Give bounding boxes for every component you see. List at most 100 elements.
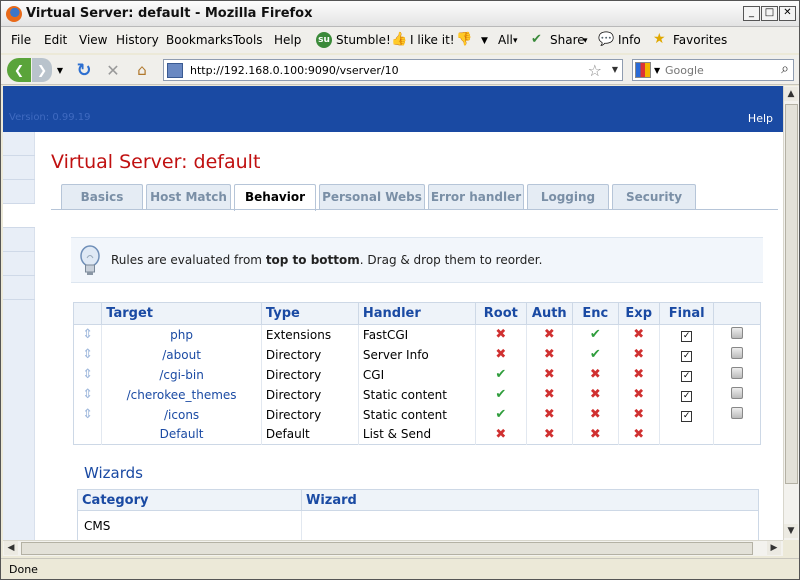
delete-rule-icon[interactable] bbox=[731, 387, 744, 399]
tab-host-match[interactable]: Host Match bbox=[146, 184, 231, 209]
rule-target-link[interactable]: /cgi-bin bbox=[101, 364, 262, 385]
info-button[interactable]: Info bbox=[618, 33, 641, 47]
drag-handle-icon[interactable]: ⇕ bbox=[82, 347, 93, 362]
tab-logging[interactable]: Logging bbox=[527, 184, 609, 209]
sidebar-item[interactable] bbox=[3, 132, 35, 156]
menu-bookmarks[interactable]: Bookmarks bbox=[166, 33, 233, 47]
info-bubble-icon: 💬 bbox=[598, 32, 615, 47]
url-dropdown-icon[interactable]: ▼ bbox=[612, 65, 618, 74]
rule-target-link[interactable]: /about bbox=[101, 344, 262, 365]
final-checkbox[interactable]: ✓ bbox=[681, 331, 693, 343]
rule-row[interactable]: ⇕ /icons Directory Static content ✔ ✖ ✖ ✖ ✓ bbox=[73, 404, 761, 425]
favorites-button[interactable]: Favorites bbox=[673, 33, 727, 47]
minimize-button[interactable]: _ bbox=[743, 6, 760, 21]
col-wizard: Wizard bbox=[301, 489, 759, 511]
drag-handle[interactable]: ⇕ bbox=[73, 384, 103, 405]
sidebar-item[interactable] bbox=[3, 156, 35, 180]
title-bar: Virtual Server: default - Mozilla Firefo… bbox=[1, 1, 799, 27]
drag-handle-icon[interactable]: ⇕ bbox=[82, 327, 93, 342]
reload-icon[interactable]: ↻ bbox=[73, 58, 95, 82]
menu-edit[interactable]: Edit bbox=[44, 33, 67, 47]
menu-help[interactable]: Help bbox=[274, 33, 301, 47]
delete-rule-icon[interactable] bbox=[731, 407, 744, 419]
all-menu[interactable]: All bbox=[498, 33, 513, 47]
history-dropdown-icon[interactable]: ▼ bbox=[55, 58, 65, 82]
final-checkbox[interactable]: ✓ bbox=[681, 411, 693, 422]
forward-button[interactable]: ❯ bbox=[32, 58, 52, 82]
scroll-left-arrow[interactable]: ◀ bbox=[4, 541, 18, 555]
home-icon[interactable]: ⌂ bbox=[131, 58, 153, 82]
rule-row[interactable]: ⇕ php Extensions FastCGI ✖ ✖ ✔ ✖ ✓ bbox=[73, 324, 761, 345]
rule-row[interactable]: ⇕ /about Directory Server Info ✖ ✖ ✔ ✖ ✓ bbox=[73, 344, 761, 365]
final-checkbox[interactable]: ✓ bbox=[681, 371, 693, 382]
search-icon[interactable]: ⌕ bbox=[781, 61, 789, 77]
google-engine-icon[interactable] bbox=[635, 62, 651, 78]
drag-handle[interactable]: ⇕ bbox=[73, 344, 103, 365]
sidebar-item[interactable] bbox=[3, 252, 35, 276]
cross-icon: ✖ bbox=[589, 367, 601, 382]
cross-icon: ✖ bbox=[543, 407, 555, 422]
maximize-button[interactable]: □ bbox=[761, 6, 778, 21]
stop-icon[interactable]: ✕ bbox=[102, 58, 124, 82]
horizontal-scrollbar[interactable]: ◀ ▶ bbox=[3, 540, 783, 556]
delete-rule-icon[interactable] bbox=[731, 367, 744, 379]
scroll-down-arrow[interactable]: ▼ bbox=[784, 524, 798, 538]
rule-enc-flag: ✖ bbox=[572, 424, 619, 445]
rule-final-cell: ✓ bbox=[659, 404, 715, 425]
scroll-up-arrow[interactable]: ▲ bbox=[784, 87, 798, 101]
search-input[interactable] bbox=[665, 62, 773, 78]
drag-handle[interactable]: ⇕ bbox=[73, 364, 103, 385]
sidebar-item[interactable] bbox=[3, 180, 35, 204]
sidebar-item[interactable] bbox=[3, 228, 35, 252]
sidebar-item[interactable] bbox=[3, 204, 35, 228]
delete-rule-icon[interactable] bbox=[731, 347, 744, 359]
tab-security[interactable]: Security bbox=[612, 184, 696, 209]
i-like-it-button[interactable]: I like it! bbox=[410, 33, 455, 47]
tab-basics[interactable]: Basics bbox=[61, 184, 143, 209]
rule-auth-flag: ✖ bbox=[526, 324, 574, 345]
menu-view[interactable]: View bbox=[79, 33, 107, 47]
vertical-scroll-thumb[interactable] bbox=[785, 104, 798, 484]
menu-tools[interactable]: Tools bbox=[233, 33, 263, 47]
scroll-right-arrow[interactable]: ▶ bbox=[767, 541, 781, 555]
vertical-scrollbar[interactable]: ▲ ▼ bbox=[783, 86, 799, 540]
close-button[interactable]: ✕ bbox=[779, 6, 796, 21]
delete-rule-icon[interactable] bbox=[731, 327, 744, 340]
tab-behavior[interactable]: Behavior bbox=[234, 184, 316, 211]
bookmark-star-icon[interactable]: ☆ bbox=[588, 61, 602, 80]
drag-handle-icon[interactable]: ⇕ bbox=[82, 387, 93, 402]
drag-handle[interactable]: ⇕ bbox=[73, 324, 103, 345]
rule-exp-flag: ✖ bbox=[618, 344, 660, 365]
menu-history[interactable]: History bbox=[116, 33, 159, 47]
final-checkbox[interactable]: ✓ bbox=[681, 391, 693, 402]
sidebar-item[interactable] bbox=[3, 276, 35, 300]
wizards-row[interactable]: CMS bbox=[77, 510, 759, 541]
search-box[interactable]: ▼ ⌕ bbox=[632, 59, 794, 81]
share-button[interactable]: Share bbox=[550, 33, 585, 47]
rule-row[interactable]: Default Default List & Send ✖ ✖ ✖ ✖ bbox=[73, 424, 761, 445]
drag-handle-icon[interactable]: ⇕ bbox=[82, 367, 93, 382]
menu-file[interactable]: File bbox=[11, 33, 31, 47]
tab-personal-webs[interactable]: Personal Webs bbox=[319, 184, 425, 209]
url-bar[interactable]: http://192.168.0.100:9090/vserver/10 ☆ ▼ bbox=[163, 59, 623, 81]
tab-error-handler[interactable]: Error handler bbox=[428, 184, 524, 209]
engine-dropdown-icon[interactable]: ▼ bbox=[654, 66, 660, 75]
rule-target-link[interactable]: /icons bbox=[101, 404, 262, 425]
rule-target-link[interactable]: /cherokee_themes bbox=[101, 384, 262, 405]
back-button[interactable]: ❮ bbox=[7, 58, 31, 82]
stumble-button[interactable]: Stumble! bbox=[336, 33, 391, 47]
horizontal-scroll-thumb[interactable] bbox=[21, 542, 753, 555]
rule-target-link[interactable]: php bbox=[101, 324, 262, 345]
rule-row[interactable]: ⇕ /cgi-bin Directory CGI ✔ ✖ ✖ ✖ ✓ bbox=[73, 364, 761, 385]
final-checkbox[interactable]: ✓ bbox=[681, 351, 693, 362]
rule-row[interactable]: ⇕ /cherokee_themes Directory Static content… bbox=[73, 384, 761, 405]
rule-target-link[interactable]: Default bbox=[101, 424, 262, 445]
thumbs-down-icon[interactable]: 👎 bbox=[456, 32, 472, 47]
help-link[interactable]: Help bbox=[748, 112, 773, 125]
wizards-heading: Wizards bbox=[84, 464, 143, 482]
drag-handle[interactable]: ⇕ bbox=[73, 404, 103, 425]
drag-handle-icon[interactable]: ⇕ bbox=[82, 407, 93, 422]
wizard-category[interactable]: CMS bbox=[77, 510, 302, 540]
thumbs-down-dropdown-icon[interactable]: ▼ bbox=[481, 36, 488, 46]
wizard-name[interactable] bbox=[302, 511, 759, 541]
